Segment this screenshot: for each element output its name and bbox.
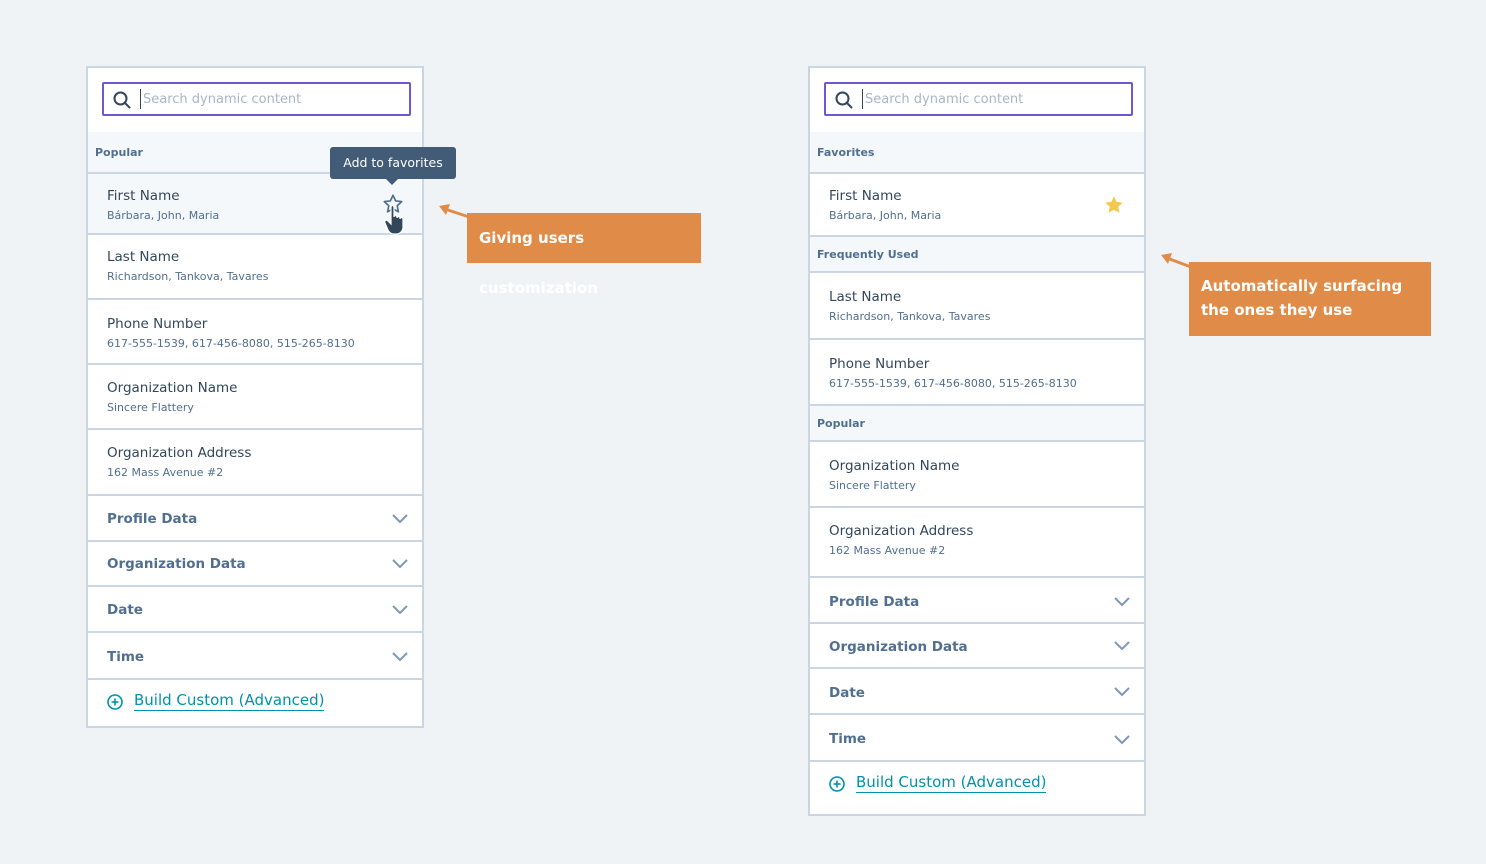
item-subtitle: Richardson, Tankova, Tavares [107,270,269,283]
search-box[interactable] [102,82,411,116]
search-icon [113,91,131,109]
search-input[interactable] [862,89,1125,109]
group-time[interactable]: Time [88,633,422,680]
item-subtitle: Bárbara, John, Maria [829,209,942,222]
item-title: Organization Address [829,523,974,539]
chevron-down-icon [1114,641,1130,651]
search-area [810,68,1144,134]
chevron-down-icon [392,559,408,569]
item-subtitle: 617-555-1539, 617-456-8080, 515-265-8130 [829,377,1077,390]
search-input[interactable] [140,89,403,109]
dynamic-content-panel-right: Favorites First Name Bárbara, John, Mari… [808,66,1146,816]
group-label: Organization Data [829,639,968,655]
list-item-organization-name[interactable]: Organization Name Sincere Flattery [88,365,422,430]
item-title: First Name [107,188,180,204]
item-title: Organization Address [107,445,252,461]
chevron-down-icon [1114,597,1130,607]
pointer-hand-icon [384,204,404,235]
list-item-organization-address[interactable]: Organization Address 162 Mass Avenue #2 [88,430,422,496]
star-filled-icon[interactable] [1103,194,1125,216]
callout-left: Giving users customization [467,213,701,297]
chevron-down-icon [392,652,408,662]
chevron-down-icon [392,514,408,524]
item-title: Last Name [107,249,180,265]
group-profile-data[interactable]: Profile Data [88,496,422,542]
list-item-organization-address[interactable]: Organization Address 162 Mass Avenue #2 [810,508,1144,578]
search-area [88,68,422,134]
group-profile-data[interactable]: Profile Data [810,578,1144,624]
group-label: Profile Data [107,511,198,527]
item-subtitle: Sincere Flattery [829,479,916,492]
plus-circle-icon [829,776,845,792]
item-subtitle: Richardson, Tankova, Tavares [829,310,991,323]
group-time[interactable]: Time [810,715,1144,762]
build-custom-label: Build Custom (Advanced) [856,773,1047,793]
group-organization-data[interactable]: Organization Data [88,542,422,587]
item-subtitle: Sincere Flattery [107,401,194,414]
item-title: Organization Name [829,458,960,474]
item-title: Organization Name [107,380,238,396]
item-subtitle: 162 Mass Avenue #2 [829,544,946,557]
group-organization-data[interactable]: Organization Data [810,624,1144,669]
list-item-organization-name[interactable]: Organization Name Sincere Flattery [810,442,1144,508]
chevron-down-icon [1114,735,1130,745]
item-title: Phone Number [829,356,930,372]
list-item-first-name[interactable]: First Name Bárbara, John, Maria [810,174,1144,237]
add-to-favorites-tooltip: Add to favorites [330,147,456,185]
item-subtitle: Bárbara, John, Maria [107,209,220,222]
search-icon [835,91,853,109]
search-box[interactable] [824,82,1133,116]
section-header-popular: Popular [810,406,1144,442]
arrow-icon [439,204,470,219]
group-label: Time [829,731,867,747]
list-item-last-name[interactable]: Last Name Richardson, Tankova, Tavares [88,235,422,300]
group-label: Date [829,685,865,701]
item-subtitle: 617-555-1539, 617-456-8080, 515-265-8130 [107,337,355,350]
group-label: Date [107,602,143,618]
group-label: Profile Data [829,594,920,610]
item-title: Last Name [829,289,902,305]
list-item-first-name[interactable]: First Name Bárbara, John, Maria [88,174,422,235]
item-subtitle: 162 Mass Avenue #2 [107,466,224,479]
section-header-favorites: Favorites [810,132,1144,174]
chevron-down-icon [1114,687,1130,697]
item-title: First Name [829,188,902,204]
list-item-phone-number[interactable]: Phone Number 617-555-1539, 617-456-8080,… [810,340,1144,406]
group-date[interactable]: Date [88,587,422,633]
group-date[interactable]: Date [810,669,1144,715]
plus-circle-icon [107,694,123,710]
group-label: Organization Data [107,556,246,572]
section-header-frequently-used: Frequently Used [810,237,1144,273]
chevron-down-icon [392,605,408,615]
item-title: Phone Number [107,316,208,332]
list-item-phone-number[interactable]: Phone Number 617-555-1539, 617-456-8080,… [88,300,422,365]
group-label: Time [107,649,145,665]
arrow-icon [1161,253,1192,269]
build-custom-label: Build Custom (Advanced) [134,691,325,711]
list-item-last-name[interactable]: Last Name Richardson, Tankova, Tavares [810,273,1144,340]
callout-right: Automatically surfacing the ones they us… [1189,262,1431,336]
